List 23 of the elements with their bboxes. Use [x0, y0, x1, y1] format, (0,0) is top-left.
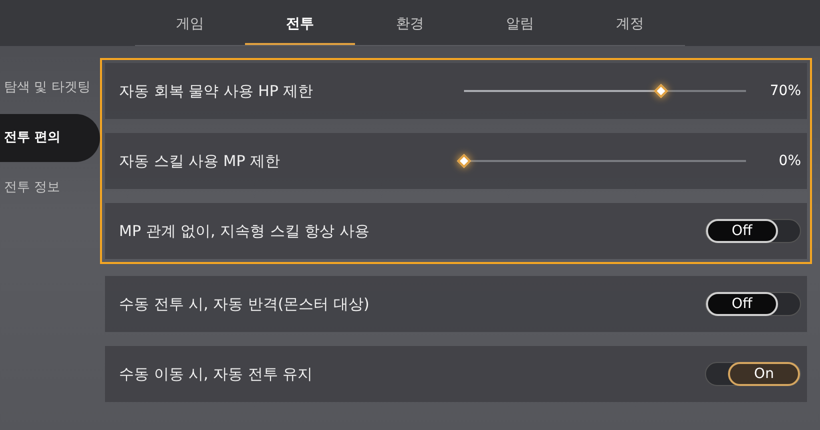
tab[interactable]: 전투	[245, 14, 355, 45]
tab[interactable]: 계정	[575, 14, 685, 45]
sidebar-item[interactable]: 전투 정보	[0, 164, 100, 212]
setting-label: 수동 이동 시, 자동 전투 유지	[119, 364, 313, 385]
slider-thumb[interactable]	[654, 84, 668, 98]
tab[interactable]: 게임	[135, 14, 245, 45]
toggle-label: Off	[732, 294, 752, 314]
setting-label: 자동 스킬 사용 MP 제한	[119, 150, 280, 172]
toggle-label: Off	[732, 222, 752, 240]
setting-label: MP 관계 없이, 지속형 스킬 항상 사용	[119, 220, 370, 242]
setting-label: 수동 전투 시, 자동 반격(몬스터 대상)	[119, 294, 370, 315]
tab[interactable]: 환경	[355, 14, 465, 45]
tab[interactable]: 알림	[465, 14, 575, 45]
sidebar-item[interactable]: 탐색 및 타겟팅	[0, 64, 100, 112]
toggle-switch[interactable]: Off	[705, 219, 801, 243]
sidebar-item[interactable]: 전투 편의	[0, 114, 100, 162]
slider-thumb[interactable]	[456, 154, 472, 168]
slider-value: 70%	[768, 82, 801, 100]
setting-label: 자동 회복 물약 사용 HP 제한	[119, 80, 314, 102]
toggle-switch[interactable]: Off	[705, 292, 801, 316]
toggle-switch[interactable]: On	[705, 362, 801, 386]
slider-value: 0%	[778, 152, 801, 170]
toggle-label: On	[754, 364, 774, 384]
